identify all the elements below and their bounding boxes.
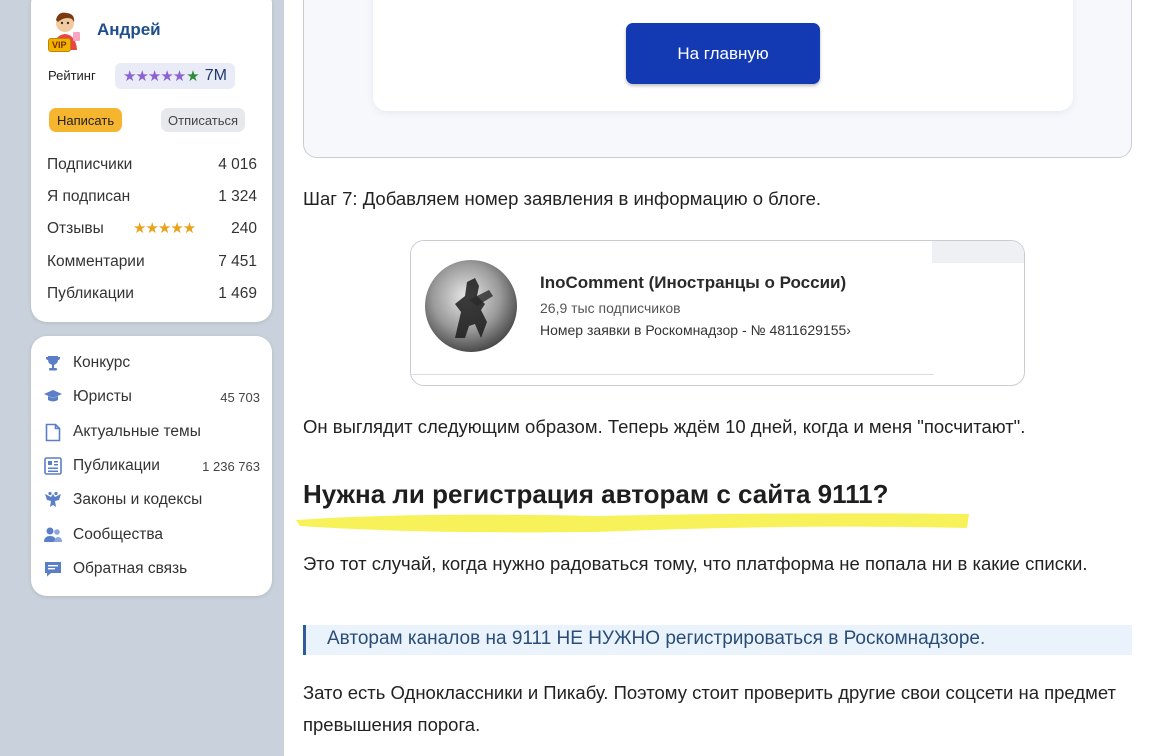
case-paragraph: Это тот случай, когда нужно радоваться т…	[303, 553, 1088, 574]
channel-name: InoComment (Иностранцы о России)	[540, 273, 847, 292]
rating-value: 7M	[204, 67, 227, 84]
stat-value: 7 451	[218, 253, 257, 270]
rating-badge: ★★★★★ ★ 7M	[115, 63, 235, 89]
sidebar-item-label: Обратная связь	[73, 560, 188, 577]
sidebar-item-label: Сообщества	[73, 526, 164, 543]
unsubscribe-button[interactable]: Отписаться	[161, 108, 246, 132]
screenshot-inner-panel: На главную	[373, 0, 1073, 111]
channel-avatar	[425, 260, 517, 352]
stat-subscribers[interactable]: Подписчики 4 016	[47, 156, 257, 178]
sidebar-item-feedback[interactable]: Обратная связь	[43, 556, 261, 582]
home-button[interactable]: На главную	[626, 23, 820, 84]
stat-reviews[interactable]: Отзывы ★★★★★ 240	[47, 220, 257, 242]
section-heading: Нужна ли регистрация авторам с сайта 911…	[303, 479, 889, 509]
reviews-stars-icon: ★★★★★	[133, 220, 196, 237]
sidebar-item-contest[interactable]: Конкурс	[43, 350, 261, 376]
channel-screenshot-card: InoComment (Иностранцы о России) 26,9 ты…	[410, 240, 1025, 386]
trophy-icon	[43, 353, 63, 373]
sidebar-item-communities[interactable]: Сообщества	[43, 522, 261, 548]
sidebar-item-label: Юристы	[73, 388, 132, 405]
vip-badge: VIP	[48, 38, 71, 52]
chat-icon	[43, 559, 63, 579]
screenshot-frame-home: На главную	[303, 0, 1132, 158]
user-name[interactable]: Андрей	[97, 20, 161, 40]
user-avatar[interactable]: VIP	[48, 10, 82, 52]
sidebar-item-count: 45 703	[220, 389, 260, 405]
rating-stars-icon: ★★★★★	[123, 68, 186, 85]
stat-value: 240	[231, 220, 257, 237]
channel-info-panel: InoComment (Иностранцы о России) 26,9 ты…	[411, 241, 934, 375]
sidebar-item-laws[interactable]: Законы и кодексы	[43, 487, 261, 513]
sidebar-item-label: Публикации	[73, 457, 160, 474]
stat-publications[interactable]: Публикации 1 469	[47, 285, 257, 307]
sidebar-item-label: Конкурс	[73, 354, 131, 371]
sidebar-item-lawyers[interactable]: Юристы 45 703	[43, 384, 261, 410]
stat-label: Публикации	[47, 285, 134, 302]
sidebar-item-label: Актуальные темы	[73, 423, 201, 440]
channel-subscribers: 26,9 тыс подписчиков	[540, 300, 681, 316]
channel-application-number: Номер заявки в Роскомнадзор - № 48116291…	[540, 322, 851, 338]
stat-value: 1 469	[218, 285, 257, 302]
stat-following[interactable]: Я подписан 1 324	[47, 188, 257, 210]
highlight-quote: Авторам каналов на 9111 НЕ НУЖНО регистр…	[303, 625, 1132, 655]
chevron-right-icon: ›	[846, 322, 851, 338]
sidebar-nav: Конкурс Юристы 45 703 Актуальные темы Пу…	[31, 336, 272, 596]
stat-value: 1 324	[218, 188, 257, 205]
application-text: Номер заявки в Роскомнадзор - № 48116291…	[540, 322, 847, 338]
sidebar-item-topics[interactable]: Актуальные темы	[43, 419, 261, 445]
quote-text: Авторам каналов на 9111 НЕ НУЖНО регистр…	[327, 628, 986, 649]
rating-label: Рейтинг	[48, 68, 96, 83]
write-button[interactable]: Написать	[49, 108, 123, 132]
after-card-text: Он выглядит следующим образом. Теперь жд…	[303, 416, 1026, 437]
stat-label: Я подписан	[47, 188, 131, 205]
stat-label: Подписчики	[47, 156, 133, 173]
eagle-emblem-icon	[43, 490, 63, 510]
section-heading-block: Нужна ли регистрация авторам с сайта 911…	[296, 474, 986, 544]
other-networks-paragraph: Зато есть Одноклассники и Пикабу. Поэтом…	[303, 682, 1116, 735]
sidebar-item-publications[interactable]: Публикации 1 236 763	[43, 453, 261, 479]
step7-text: Шаг 7: Добавляем номер заявления в инфор…	[303, 188, 821, 209]
graduation-cap-icon	[43, 387, 63, 407]
people-icon	[43, 525, 63, 545]
stat-label: Отзывы	[47, 220, 104, 237]
stat-comments[interactable]: Комментарии 7 451	[47, 253, 257, 275]
stat-label: Комментарии	[47, 253, 145, 270]
sidebar-item-count: 1 236 763	[202, 458, 260, 474]
sidebar-item-label: Законы и кодексы	[73, 491, 203, 508]
article-content: На главную Шаг 7: Добавляем номер заявле…	[284, 0, 1159, 756]
profile-card: VIP Андрей Рейтинг ★★★★★ ★ 7M Написать О…	[31, 0, 272, 322]
screenshot-edge-strip	[932, 241, 1024, 263]
document-icon	[43, 422, 63, 442]
stat-value: 4 016	[218, 156, 257, 173]
rating-star-green-icon: ★	[186, 68, 200, 85]
newspaper-icon	[43, 456, 63, 476]
highlighter-mark	[296, 513, 969, 533]
